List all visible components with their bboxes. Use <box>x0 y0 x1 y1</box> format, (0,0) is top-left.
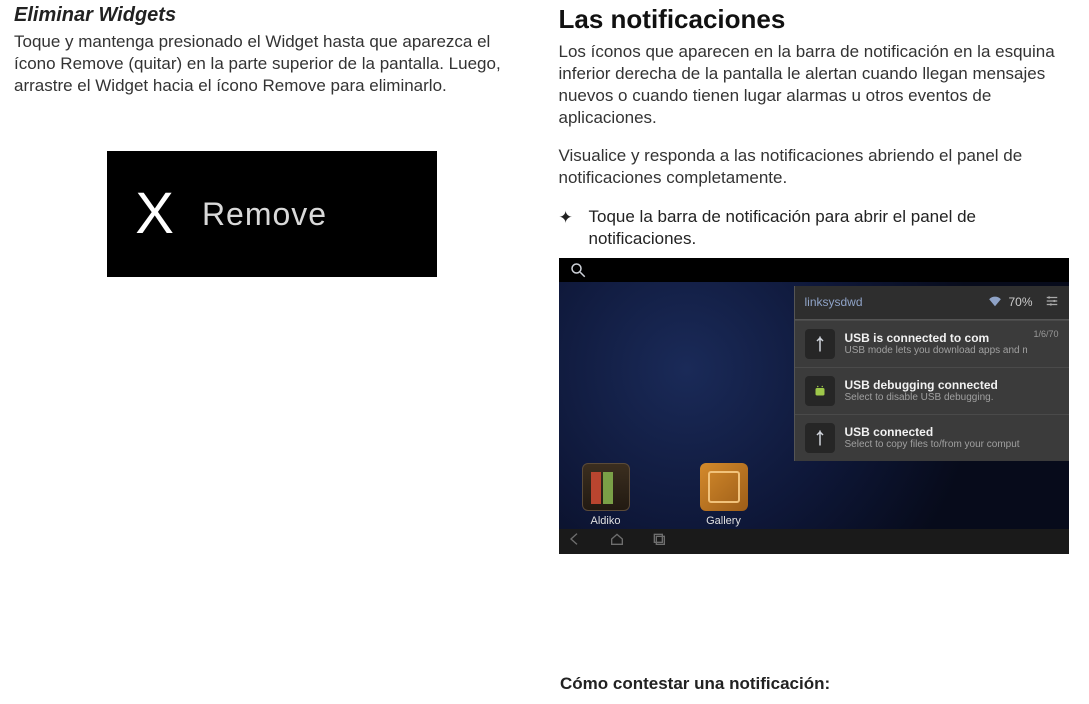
notif-sub: Select to copy files to/from your comput <box>845 439 1059 450</box>
right-heading: Las notificaciones <box>559 4 1076 35</box>
notif-sub: Select to disable USB debugging. <box>845 392 1059 403</box>
notif-sub: USB mode lets you download apps and m <box>845 345 1028 356</box>
battery-pct: 70% <box>1008 295 1032 309</box>
diamond-icon: ✦ <box>559 206 589 250</box>
notif-date: 1/6/70 <box>1033 329 1058 339</box>
notif-title: USB debugging connected <box>845 378 1059 392</box>
bullet-text: Toque la barra de notificación para abri… <box>589 206 1076 250</box>
bullet-item: ✦ Toque la barra de notificación para ab… <box>559 206 1076 250</box>
notification-panel-screenshot: Aldiko Gallery linksysdwd 70% <box>559 258 1069 554</box>
wifi-name: linksysdwd <box>805 295 863 309</box>
recents-icon <box>651 531 667 552</box>
app-gallery: Gallery <box>699 463 749 527</box>
usb-icon <box>805 329 835 359</box>
settings-sliders-icon <box>1045 294 1059 311</box>
notif-title: USB is connected to com <box>845 331 1028 345</box>
notification-row: USB connected Select to copy files to/fr… <box>795 414 1069 461</box>
app-label: Aldiko <box>581 515 631 527</box>
notification-row: USB is connected to com USB mode lets yo… <box>795 320 1069 367</box>
app-aldiko: Aldiko <box>581 463 631 527</box>
right-para2: Visualice y responda a las notificacione… <box>559 145 1076 189</box>
remove-label: Remove <box>202 196 327 233</box>
left-paragraph: Toque y mantenga presionado el Widget ha… <box>14 31 531 97</box>
aldiko-icon <box>582 463 630 511</box>
app-label: Gallery <box>699 515 749 527</box>
close-icon: X <box>135 185 174 243</box>
panel-header: linksysdwd 70% <box>795 286 1069 320</box>
wifi-icon <box>988 294 1002 311</box>
bottom-heading: Cómo contestar una notificación: <box>560 674 830 694</box>
notif-title: USB connected <box>845 425 1059 439</box>
notification-panel: linksysdwd 70% <box>794 286 1069 461</box>
right-para1: Los íconos que aparecen en la barra de n… <box>559 41 1076 129</box>
left-heading: Eliminar Widgets <box>14 4 531 27</box>
usb-icon <box>805 423 835 453</box>
gallery-icon <box>700 463 748 511</box>
android-navbar <box>559 529 1069 554</box>
home-icon <box>609 531 625 552</box>
notification-row: USB debugging connected Select to disabl… <box>795 367 1069 414</box>
remove-screenshot: X Remove <box>107 151 437 277</box>
android-icon <box>805 376 835 406</box>
back-icon <box>567 531 583 552</box>
search-icon <box>569 261 587 279</box>
